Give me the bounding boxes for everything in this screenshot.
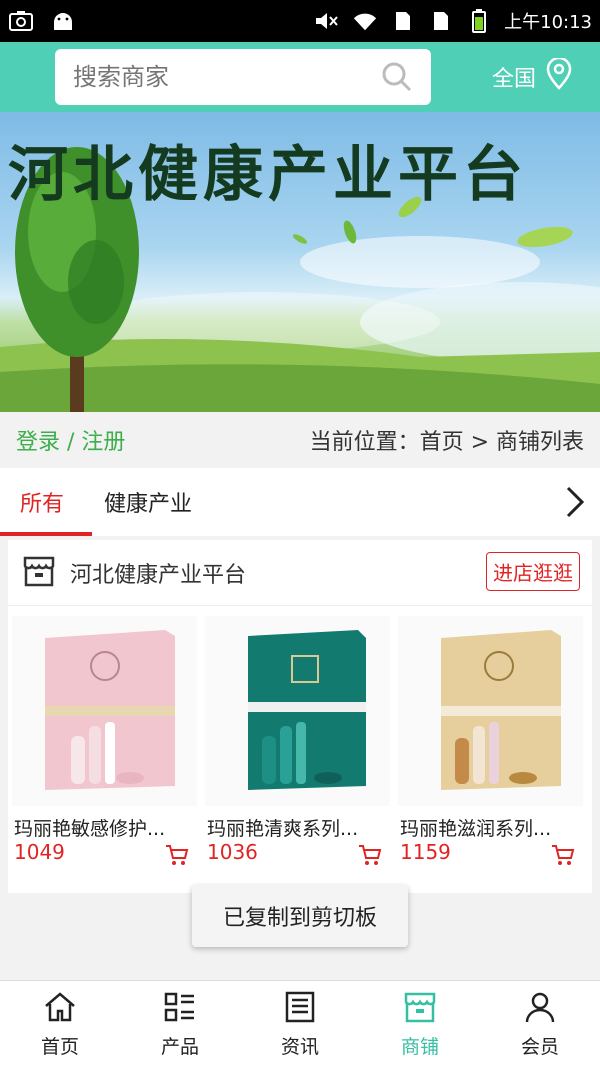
tab-label: 健康产业 [104,492,193,517]
region-selector[interactable]: 全国 [492,56,574,96]
shop-icon [22,555,56,591]
tab-health-industry[interactable]: 健康产业 [84,468,212,536]
breadcrumb: 当前位置：首页 > 商铺列表 [309,430,584,455]
nav-member[interactable]: 会员 [480,981,600,1067]
product-price: 1049 [14,840,65,864]
battery-icon [466,9,492,33]
nav-label: 产品 [160,1036,199,1058]
nav-news[interactable]: 资讯 [240,981,360,1067]
mute-icon [314,10,340,32]
home-icon [43,991,77,1028]
sim1-icon [390,10,416,32]
search-icon[interactable] [381,61,413,97]
chevron-right-icon[interactable] [564,484,586,524]
product-item[interactable]: 玛丽艳清爽系列... 1036 [201,612,394,882]
category-tabs: 所有 健康产业 [0,468,600,536]
product-image [205,616,390,806]
product-name: 玛丽艳滋润系列... [400,818,552,840]
status-bar: 上午10:13 [0,0,600,42]
banner-title: 河北健康产业平台 [8,140,528,210]
nav-home[interactable]: 首页 [0,981,120,1067]
login-register-link[interactable]: 登录 / 注册 [16,424,125,456]
cart-icon[interactable] [551,844,575,870]
products-icon [163,991,197,1028]
tab-label: 所有 [20,492,65,517]
search-input[interactable] [73,63,373,91]
nav-label: 资讯 [280,1036,319,1058]
bottom-nav: 首页 产品 资讯 商铺 会员 [0,980,600,1067]
search-box[interactable] [55,49,431,105]
shop-card: 河北健康产业平台 进店逛逛 玛丽艳敏感修护... 1049 玛丽艳清爽系列...… [8,540,592,893]
region-label: 全国 [492,67,537,92]
shop-header: 河北健康产业平台 进店逛逛 [8,540,592,606]
cart-icon[interactable] [358,844,382,870]
product-item[interactable]: 玛丽艳滋润系列... 1159 [394,612,587,882]
toast-message: 已复制到剪切板 [192,885,408,947]
product-name: 玛丽艳清爽系列... [207,818,359,840]
cart-icon[interactable] [165,844,189,870]
screenshot-icon [8,10,34,32]
member-icon [523,991,557,1028]
enter-shop-button[interactable]: 进店逛逛 [486,552,580,591]
nav-label: 商铺 [400,1036,439,1058]
news-icon [283,991,317,1028]
nav-label: 首页 [40,1036,79,1058]
product-price: 1159 [400,840,451,864]
nav-shops[interactable]: 商铺 [360,981,480,1067]
product-name: 玛丽艳敏感修护... [14,818,166,840]
product-list: 玛丽艳敏感修护... 1049 玛丽艳清爽系列... 1036 玛丽艳滋润系列.… [8,612,592,882]
product-price: 1036 [207,840,258,864]
tab-all[interactable]: 所有 [0,468,93,536]
breadcrumb-row: 登录 / 注册 当前位置：首页 > 商铺列表 [0,412,600,468]
shop-name: 河北健康产业平台 [70,562,247,588]
android-icon [50,10,76,32]
sim2-icon [428,10,454,32]
location-pin-icon [544,56,574,96]
clock: 上午10:13 [504,12,592,33]
product-item[interactable]: 玛丽艳敏感修护... 1049 [8,612,201,882]
nav-products[interactable]: 产品 [120,981,240,1067]
shop-icon [403,991,437,1028]
wifi-icon [352,10,378,32]
top-header: 全国 [0,42,600,112]
banner[interactable]: 河北健康产业平台 [0,112,600,412]
product-image [12,616,197,806]
nav-label: 会员 [520,1036,559,1058]
product-image [398,616,583,806]
